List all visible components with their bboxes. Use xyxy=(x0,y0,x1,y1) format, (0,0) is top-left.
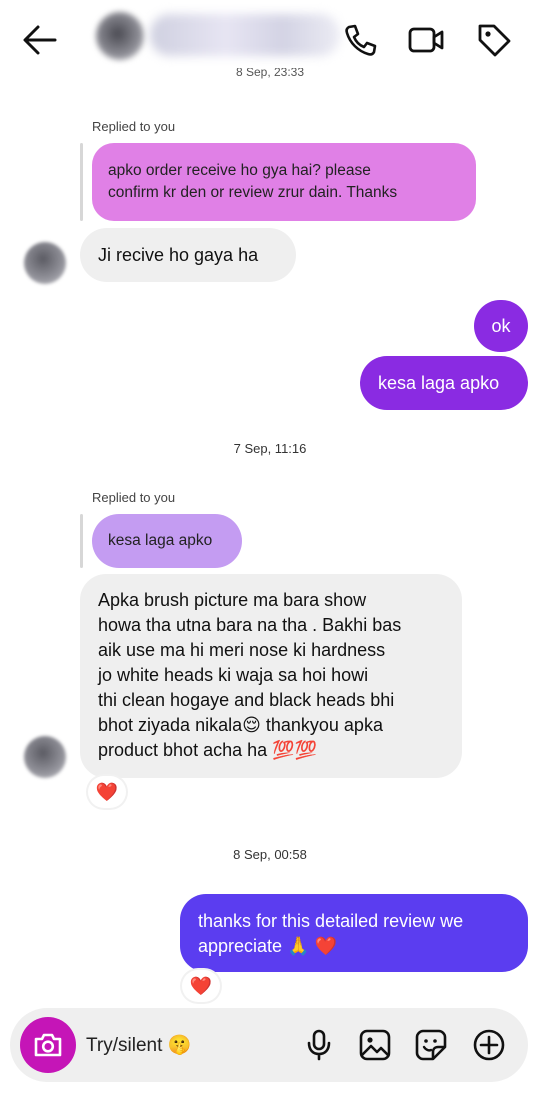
video-icon[interactable] xyxy=(406,20,446,60)
message-line: bhot ziyada nikala😌 thankyou apka xyxy=(98,715,383,735)
reply-quote-bubble[interactable]: kesa laga apko xyxy=(92,514,242,568)
timestamp: 8 Sep, 00:58 xyxy=(233,847,307,862)
message-line: aik use ma hi meri nose ki hardness xyxy=(98,640,386,660)
gallery-icon[interactable] xyxy=(358,1028,392,1062)
message-line: product bhot acha ha 💯💯 xyxy=(98,740,317,760)
replied-label: Replied to you xyxy=(92,490,176,505)
incoming-review-message[interactable]: Apka brush picture ma bara show howa tha… xyxy=(80,574,462,778)
reply-quote-bubble[interactable]: apko order receive ho gya hai? please co… xyxy=(92,143,476,221)
replied-label: Replied to you xyxy=(92,119,176,134)
incoming-message[interactable]: Ji recive ho gaya ha xyxy=(80,228,296,282)
timestamp-cut: 8 Sep, 23:33 xyxy=(235,68,305,79)
message-line: Apka brush picture ma bara show xyxy=(98,590,367,610)
sender-avatar[interactable] xyxy=(24,736,66,778)
contact-avatar[interactable] xyxy=(96,12,144,60)
message-line: appreciate 🙏 ❤️ xyxy=(198,936,337,956)
reply-bar xyxy=(80,143,83,221)
outgoing-message[interactable]: thanks for this detailed review we appre… xyxy=(180,894,528,972)
outgoing-message[interactable]: ok xyxy=(474,300,528,352)
camera-button[interactable] xyxy=(20,1017,76,1073)
reply-quote-line: confirm kr den or review zrur dain. Than… xyxy=(108,184,398,201)
heart-reaction[interactable]: ❤️ xyxy=(182,970,220,1002)
sender-avatar[interactable] xyxy=(24,242,66,284)
message-input[interactable]: Try/silent 🤫 xyxy=(86,1033,191,1057)
heart-reaction[interactable]: ❤️ xyxy=(88,776,126,808)
tag-icon[interactable] xyxy=(474,20,514,60)
camera-icon xyxy=(34,1033,62,1057)
message-line: jo white heads ki waja sa hoi howi xyxy=(98,665,369,685)
plus-circle-icon[interactable] xyxy=(472,1028,506,1062)
microphone-icon[interactable] xyxy=(302,1028,336,1062)
timestamp: 7 Sep, 11:16 xyxy=(233,441,307,456)
message-line: howa tha utna bara na tha . Bakhi bas xyxy=(98,615,402,635)
back-arrow-icon[interactable] xyxy=(20,22,60,58)
sticker-icon[interactable] xyxy=(414,1028,448,1062)
message-line: thanks for this detailed review we xyxy=(198,911,464,931)
message-line: thi clean hogaye and black heads bhi xyxy=(98,690,395,710)
contact-name-blurred[interactable] xyxy=(150,14,340,56)
reply-bar xyxy=(80,514,83,568)
message-composer: Try/silent 🤫 xyxy=(10,1008,528,1082)
outgoing-message[interactable]: kesa laga apko xyxy=(360,356,528,410)
reply-quote-line: apko order receive ho gya hai? please xyxy=(108,162,371,179)
phone-icon[interactable] xyxy=(340,20,380,60)
